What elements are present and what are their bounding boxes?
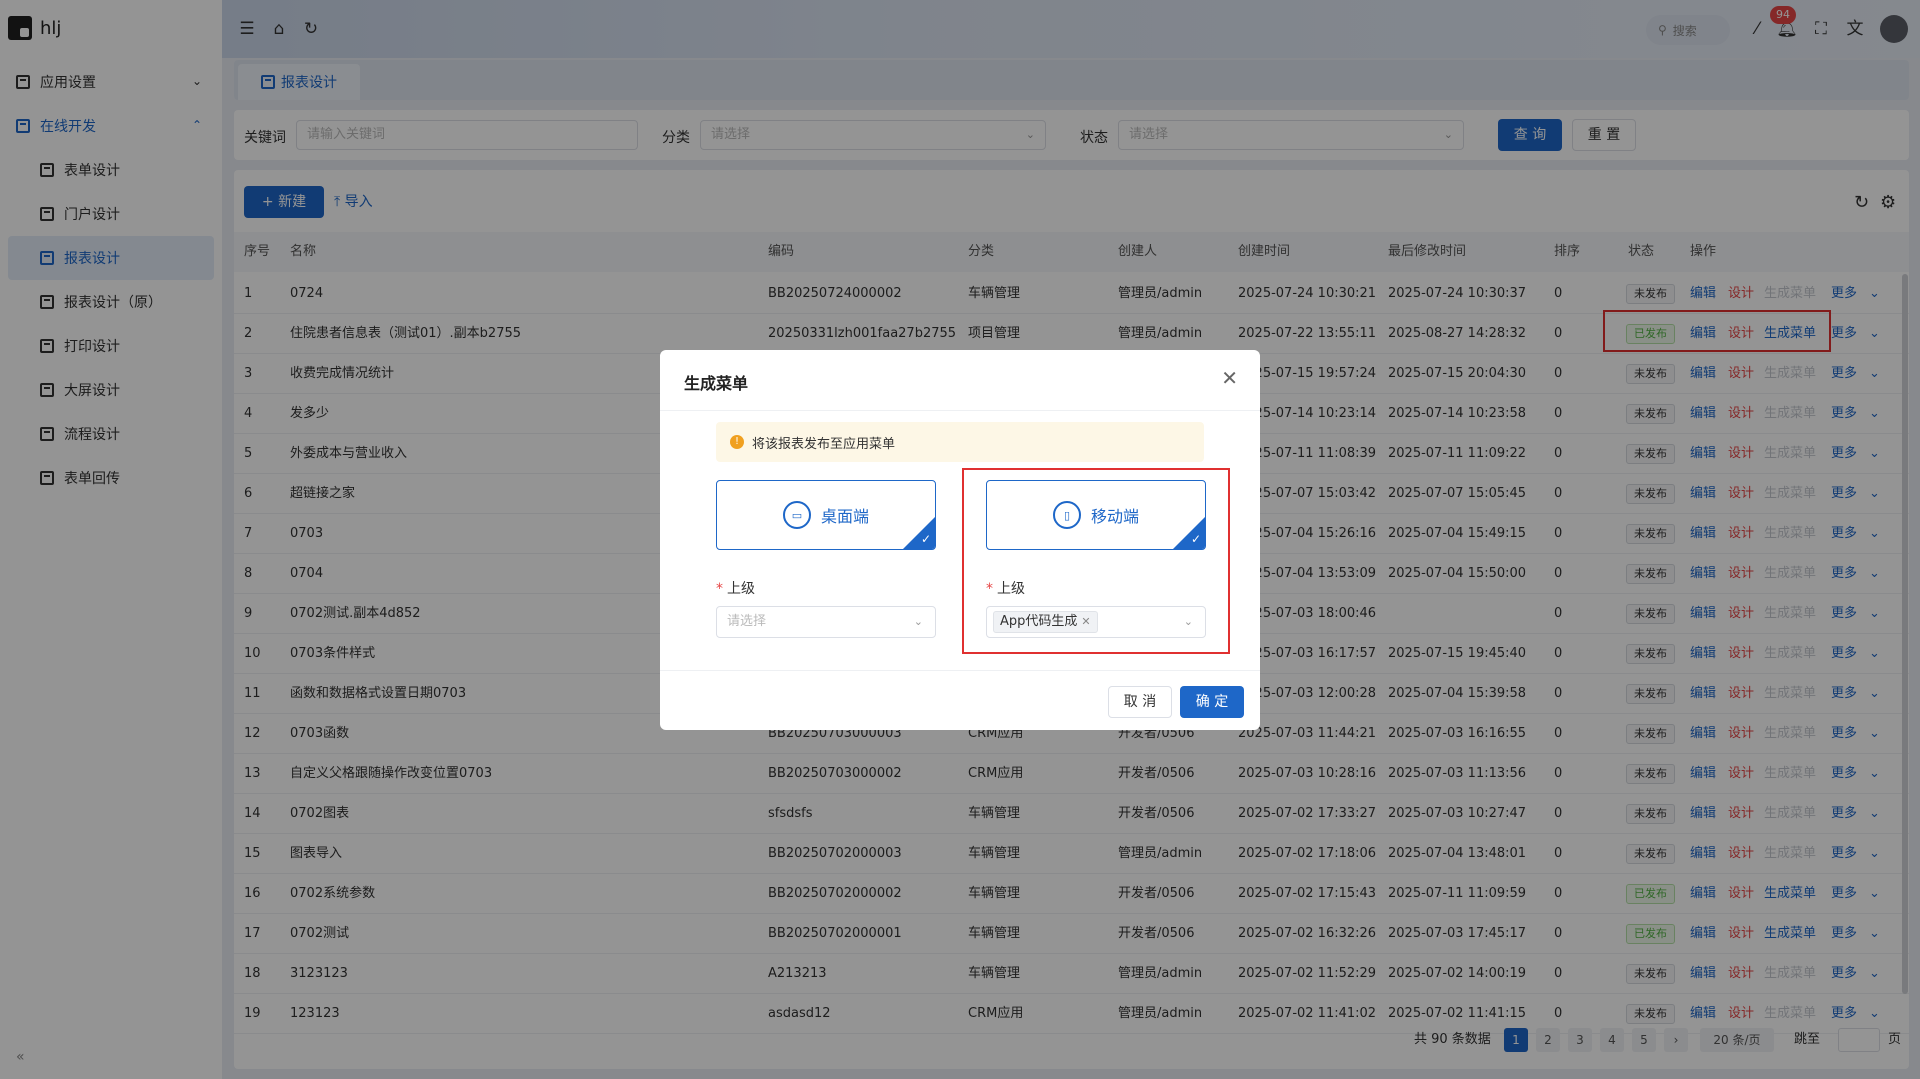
desktop-parent-select[interactable]: 请选择 ⌄ [716, 606, 936, 638]
desktop-option[interactable]: ▭ 桌面端 ✓ [716, 480, 936, 550]
alert-text: 将该报表发布至应用菜单 [752, 436, 896, 452]
generate-menu-dialog: 生成菜单 ✕ ! 将该报表发布至应用菜单 ▭ 桌面端 ✓ ▯ 移动端 ✓ * 上级… [660, 350, 1260, 730]
divider [660, 670, 1260, 671]
info-alert: ! 将该报表发布至应用菜单 [716, 422, 1204, 462]
desktop-label: 桌面端 [820, 507, 869, 526]
confirm-button[interactable]: 确 定 [1180, 686, 1244, 718]
close-icon[interactable]: ✕ [1221, 366, 1238, 390]
chevron-down-icon: ⌄ [913, 615, 923, 628]
desktop-parent-placeholder: 请选择 [727, 614, 767, 629]
check-icon: ✓ [920, 532, 931, 546]
monitor-icon: ▭ [782, 501, 811, 529]
cancel-button[interactable]: 取 消 [1108, 686, 1172, 718]
warning-icon: ! [730, 435, 744, 449]
desktop-parent-label: * 上级 [716, 581, 755, 597]
divider [660, 410, 1260, 411]
mobile-highlight-box [962, 468, 1230, 654]
dialog-title: 生成菜单 [684, 374, 749, 393]
